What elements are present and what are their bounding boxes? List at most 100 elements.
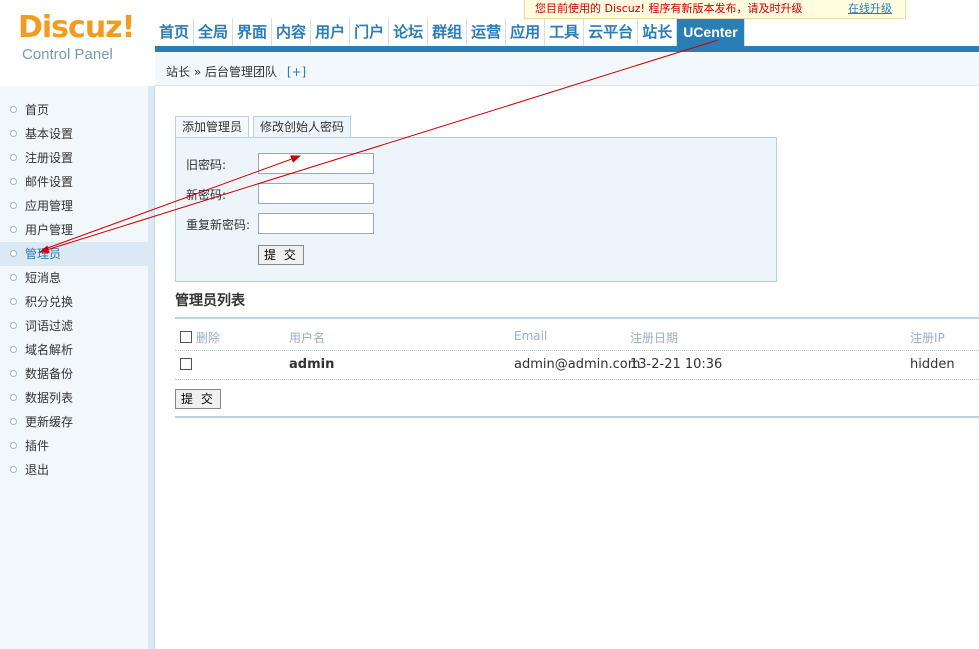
bullet-icon <box>10 370 17 377</box>
header-username: 用户名 <box>289 331 326 345</box>
repeat-password-label: 重复新密码: <box>186 218 251 232</box>
nav-founder[interactable]: 站长 <box>638 18 678 48</box>
bullet-icon <box>10 274 17 281</box>
nav-home[interactable]: 首页 <box>155 18 195 48</box>
list-submit-button[interactable]: 提 交 <box>175 389 221 409</box>
sidebar-item-label: 退出 <box>25 463 50 477</box>
password-form: 旧密码: 新密码: 重复新密码: 提 交 <box>175 137 777 282</box>
sidebar-item-mail-settings[interactable]: 邮件设置 <box>0 170 149 194</box>
top-navigation: 首页 全局 界面 内容 用户 门户 论坛 群组 运营 应用 工具 云平台 站长 … <box>155 18 979 48</box>
bullet-icon <box>10 226 17 233</box>
sidebar-item-label: 用户管理 <box>25 223 74 237</box>
nav-global[interactable]: 全局 <box>194 18 234 48</box>
sidebar-item-label: 数据备份 <box>25 367 74 381</box>
sidebar-item-label: 域名解析 <box>25 343 74 357</box>
sidebar-item-domain-resolve[interactable]: 域名解析 <box>0 338 149 362</box>
nav-plugin[interactable]: 应用 <box>506 18 546 48</box>
divider <box>175 416 979 418</box>
sidebar-item-label: 管理员 <box>25 247 62 261</box>
sidebar-item-label: 插件 <box>25 439 50 453</box>
sidebar-item-update-cache[interactable]: 更新缓存 <box>0 410 149 434</box>
bullet-icon <box>10 466 17 473</box>
tab-change-founder-password[interactable]: 修改创始人密码 <box>253 116 352 138</box>
admin-list-title: 管理员列表 <box>175 293 245 309</box>
sidebar-menu: 首页 基本设置 注册设置 邮件设置 应用管理 用户管理 管理员 短消息 积分兑换… <box>0 98 149 482</box>
add-to-menu-link[interactable]: [+] <box>287 65 306 79</box>
logo-title: Discuz! <box>18 10 135 45</box>
upgrade-link[interactable]: 在线升级 <box>848 0 892 17</box>
breadcrumb-bar: 站长 » 后台管理团队 [+] <box>155 52 979 86</box>
nav-cloud[interactable]: 云平台 <box>584 18 639 48</box>
sidebar-item-messages[interactable]: 短消息 <box>0 266 149 290</box>
row-regdate: 13-2-21 10:36 <box>630 357 723 372</box>
sidebar-item-administrators[interactable]: 管理员 <box>0 242 149 266</box>
repeat-password-field[interactable] <box>258 213 374 234</box>
new-password-label: 新密码: <box>186 188 227 202</box>
bullet-icon <box>10 178 17 185</box>
sidebar-item-register-settings[interactable]: 注册设置 <box>0 146 149 170</box>
sidebar-item-label: 数据列表 <box>25 391 74 405</box>
bullet-icon <box>10 250 17 257</box>
nav-group[interactable]: 群组 <box>428 18 468 48</box>
upgrade-notice-text: 您目前使用的 Discuz! 程序有新版本发布，请及时升级 <box>535 2 803 15</box>
sidebar-item-label: 积分兑换 <box>25 295 74 309</box>
old-password-field[interactable] <box>258 153 374 174</box>
header-email: Email <box>514 329 548 343</box>
sidebar-item-basic-settings[interactable]: 基本设置 <box>0 122 149 146</box>
row-email: admin@admin.com <box>514 357 641 372</box>
sidebar: 首页 基本设置 注册设置 邮件设置 应用管理 用户管理 管理员 短消息 积分兑换… <box>0 86 155 649</box>
admin-table-header: 删除 用户名 Email 注册日期 注册IP <box>175 324 979 351</box>
sidebar-item-label: 邮件设置 <box>25 175 74 189</box>
bullet-icon <box>10 418 17 425</box>
select-all-checkbox[interactable] <box>180 331 192 343</box>
sidebar-item-label: 基本设置 <box>25 127 74 141</box>
sidebar-item-label: 短消息 <box>25 271 62 285</box>
sidebar-item-credit-exchange[interactable]: 积分兑换 <box>0 290 149 314</box>
bullet-icon <box>10 154 17 161</box>
nav-content[interactable]: 内容 <box>272 18 312 48</box>
sidebar-item-logout[interactable]: 退出 <box>0 458 149 482</box>
nav-ucenter[interactable]: UCenter <box>677 18 745 48</box>
bullet-icon <box>10 322 17 329</box>
sidebar-item-data-list[interactable]: 数据列表 <box>0 386 149 410</box>
header-regdate: 注册日期 <box>630 331 679 345</box>
tab-bar: 添加管理员 修改创始人密码 <box>175 116 355 138</box>
sidebar-item-plugins[interactable]: 插件 <box>0 434 149 458</box>
header-regip: 注册IP <box>910 331 945 345</box>
row-username: admin <box>289 357 335 372</box>
tab-add-admin[interactable]: 添加管理员 <box>175 116 250 138</box>
bullet-icon <box>10 130 17 137</box>
bullet-icon <box>10 442 17 449</box>
sidebar-item-label: 首页 <box>25 103 50 117</box>
breadcrumb-path: 站长 » 后台管理团队 <box>166 65 277 79</box>
bullet-icon <box>10 106 17 113</box>
sidebar-item-label: 应用管理 <box>25 199 74 213</box>
logo-area: Discuz! Control Panel <box>0 0 155 86</box>
table-row: admin admin@admin.com 13-2-21 10:36 hidd… <box>175 352 979 380</box>
nav-extended[interactable]: 运营 <box>467 18 507 48</box>
sidebar-item-home[interactable]: 首页 <box>0 98 149 122</box>
upgrade-notice: 您目前使用的 Discuz! 程序有新版本发布，请及时升级 在线升级 <box>524 0 906 19</box>
sidebar-item-data-backup[interactable]: 数据备份 <box>0 362 149 386</box>
nav-user[interactable]: 用户 <box>311 18 351 48</box>
bullet-icon <box>10 202 17 209</box>
nav-style[interactable]: 界面 <box>233 18 273 48</box>
header-delete: 删除 <box>196 331 221 345</box>
bullet-icon <box>10 298 17 305</box>
row-regip: hidden <box>910 357 955 372</box>
row-checkbox[interactable] <box>180 358 192 370</box>
sidebar-item-user-management[interactable]: 用户管理 <box>0 218 149 242</box>
new-password-field[interactable] <box>258 183 374 204</box>
breadcrumb: 站长 » 后台管理团队 [+] <box>166 63 306 80</box>
sidebar-item-app-management[interactable]: 应用管理 <box>0 194 149 218</box>
logo-subtitle: Control Panel <box>22 46 113 63</box>
nav-portal[interactable]: 门户 <box>350 18 390 48</box>
sidebar-item-label: 词语过滤 <box>25 319 74 333</box>
sidebar-item-label: 更新缓存 <box>25 415 74 429</box>
nav-forum[interactable]: 论坛 <box>389 18 429 48</box>
password-submit-button[interactable]: 提 交 <box>258 245 304 265</box>
sidebar-item-word-filter[interactable]: 词语过滤 <box>0 314 149 338</box>
old-password-label: 旧密码: <box>186 158 227 172</box>
sidebar-item-label: 注册设置 <box>25 151 74 165</box>
nav-tools[interactable]: 工具 <box>545 18 585 48</box>
